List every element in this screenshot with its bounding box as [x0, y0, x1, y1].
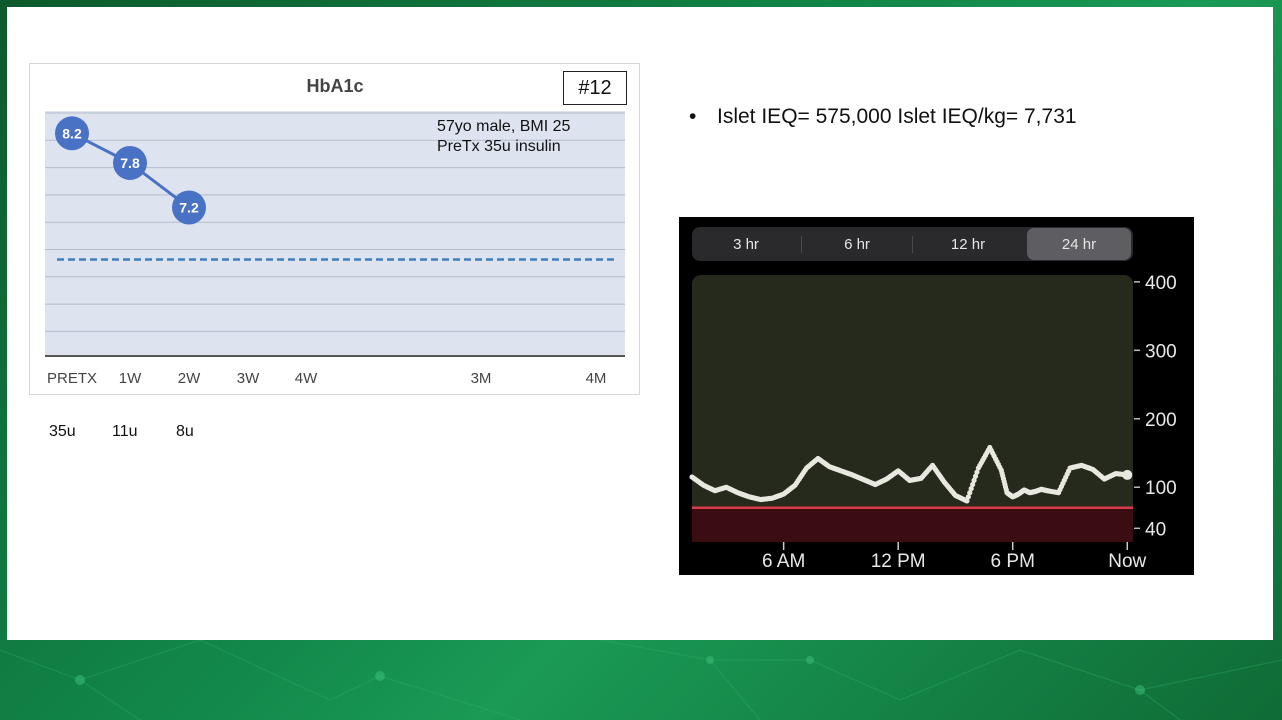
cgm-y-tick-label: 40: [1145, 519, 1166, 540]
cgm-x-tick-label: 6 AM: [762, 551, 805, 572]
cgm-y-tick-label: 200: [1145, 410, 1177, 431]
cgm-plot-area: [692, 275, 1133, 542]
slide-label-box: #12: [563, 71, 627, 105]
hba1c-data-label: 7.8: [120, 155, 140, 171]
cgm-x-tick-label: 6 PM: [991, 551, 1035, 572]
hba1c-chart: HbA1c 8.2 7.8 7.2 PRETX 1W 2W 3W 4W 3M 4M: [45, 76, 625, 387]
patient-note-line-2: PreTx 35u insulin: [437, 138, 561, 155]
patient-note-line-1: 57yo male, BMI 25: [437, 118, 571, 135]
cgm-y-tick-label: 400: [1145, 273, 1177, 294]
hba1c-x-tick-label: 4M: [586, 370, 607, 387]
time-range-selector: 3 hr 6 hr 12 hr 24 hr: [692, 227, 1133, 261]
patient-note: 57yo male, BMI 25 PreTx 35u insulin: [437, 117, 570, 157]
cgm-y-tick-label: 100: [1145, 478, 1177, 499]
insulin-dose-1w: 11u: [112, 423, 138, 440]
cgm-chart: 400 300 200 100 40 6 AM 12 PM 6 PM Now: [689, 273, 1177, 572]
range-6hr-button[interactable]: 6 hr: [805, 228, 909, 260]
hba1c-x-tick-label: 3W: [237, 370, 260, 387]
islet-text: Islet IEQ= 575,000 Islet IEQ/kg= 7,731: [717, 105, 1077, 128]
insulin-dose-2w: 8u: [176, 423, 194, 440]
hba1c-x-tick-label: 4W: [295, 370, 318, 387]
hba1c-data-label: 8.2: [62, 125, 82, 141]
bullet-symbol: •: [689, 105, 697, 128]
hba1c-chart-title: HbA1c: [306, 76, 363, 96]
slide: HbA1c 8.2 7.8 7.2 PRETX 1W 2W 3W 4W 3M 4M #12 57yo…: [7, 7, 1273, 640]
range-3hr-button[interactable]: 3 hr: [694, 228, 798, 260]
hba1c-x-tick-label: 1W: [119, 370, 142, 387]
islet-bullet: • Islet IEQ= 575,000 Islet IEQ/kg= 7,731: [689, 105, 1077, 129]
cgm-current-reading: [1122, 469, 1133, 480]
cgm-x-tick-label: 12 PM: [871, 551, 926, 572]
range-separator: [912, 236, 913, 253]
cgm-low-range-band: [692, 507, 1133, 542]
range-12hr-button[interactable]: 12 hr: [916, 228, 1020, 260]
cgm-panel: 400 300 200 100 40 6 AM 12 PM 6 PM Now 3 hr 6 hr…: [679, 217, 1194, 575]
range-24hr-button[interactable]: 24 hr: [1027, 228, 1131, 260]
range-separator: [801, 236, 802, 253]
hba1c-x-tick-label: 3M: [471, 370, 492, 387]
cgm-x-tick-label: Now: [1108, 551, 1146, 572]
cgm-y-tick-label: 300: [1145, 341, 1177, 362]
hba1c-x-tick-label: PRETX: [47, 370, 97, 387]
insulin-dose-pretx: 35u: [49, 423, 76, 440]
hba1c-data-label: 7.2: [179, 200, 199, 216]
hba1c-chart-panel: HbA1c 8.2 7.8 7.2 PRETX 1W 2W 3W 4W 3M 4M: [29, 63, 640, 395]
hba1c-x-tick-label: 2W: [178, 370, 201, 387]
